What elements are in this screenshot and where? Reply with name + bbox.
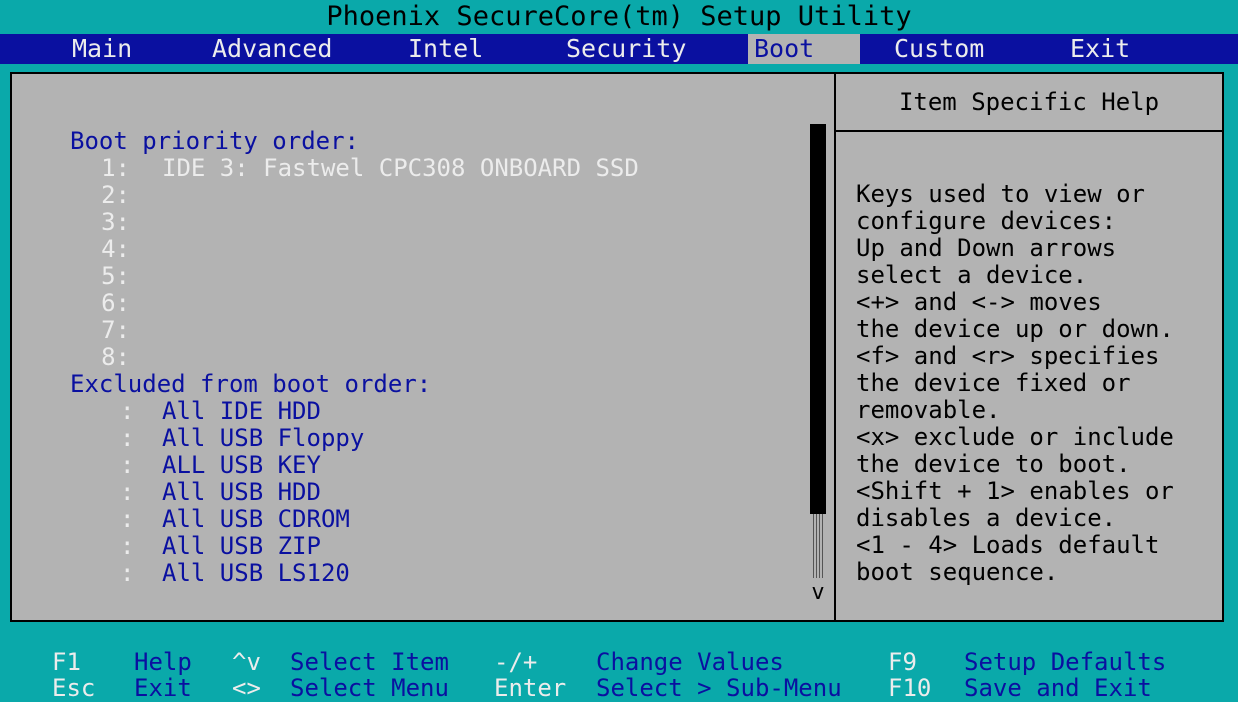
help-line: Up and Down arrows <box>856 234 1117 262</box>
boot-priority-number[interactable]: 8: <box>90 344 130 371</box>
excluded-device[interactable]: All USB Floppy <box>162 425 364 452</box>
help-line: removable. <box>856 396 1001 424</box>
scroll-down-arrow-icon[interactable]: v <box>810 582 826 604</box>
help-separator <box>836 130 1222 132</box>
key-f10[interactable]: F10 <box>888 674 931 702</box>
tab-main[interactable]: Main <box>66 34 138 64</box>
excluded-device[interactable]: All IDE HDD <box>162 398 321 425</box>
excluded-separator: : <box>120 505 135 533</box>
boot-priority-number[interactable]: 2: <box>90 182 130 209</box>
key-minus-plus-desc: Change Values <box>596 648 784 676</box>
tab-exit[interactable]: Exit <box>1064 34 1136 64</box>
window-title: Phoenix SecureCore(tm) Setup Utility <box>0 0 1238 34</box>
key-f1-desc: Help <box>134 648 192 676</box>
help-line: the device fixed or <box>856 369 1131 397</box>
main-area: Boot priority order: 1: IDE 3: Fastwel C… <box>0 64 1238 636</box>
excluded-separator: : <box>120 451 135 479</box>
key-updown[interactable]: ^v <box>232 648 261 676</box>
scrollbar[interactable]: v <box>810 124 826 624</box>
excluded-device[interactable]: ALL USB KEY <box>162 452 321 479</box>
excluded-separator: : <box>120 532 135 560</box>
excluded-device[interactable]: All USB CDROM <box>162 506 350 533</box>
excluded-separator: : <box>120 397 135 425</box>
key-esc[interactable]: Esc <box>52 674 95 702</box>
excluded-device[interactable]: All USB HDD <box>162 479 321 506</box>
key-f10-desc: Save and Exit <box>964 674 1152 702</box>
help-line: configure devices: <box>856 207 1117 235</box>
help-title: Item Specific Help <box>898 88 1160 116</box>
excluded-device[interactable]: All USB ZIP <box>162 533 321 560</box>
key-f9[interactable]: F9 <box>888 648 917 676</box>
scroll-thumb[interactable] <box>810 124 826 514</box>
tab-advanced[interactable]: Advanced <box>206 34 338 64</box>
key-f1[interactable]: F1 <box>52 648 81 676</box>
help-line: the device to boot. <box>856 450 1131 478</box>
help-line: select a device. <box>856 261 1088 289</box>
menu-bar: Main Advanced Intel Security Boot Custom… <box>0 34 1238 64</box>
boot-priority-number[interactable]: 3: <box>90 209 130 236</box>
tab-boot[interactable]: Boot <box>748 34 860 64</box>
key-updown-desc: Select Item <box>290 648 449 676</box>
key-leftright[interactable]: <> <box>232 674 261 702</box>
boot-priority-heading: Boot priority order: <box>70 127 359 155</box>
key-enter-desc: Select > Sub-Menu <box>596 674 842 702</box>
help-line: disables a device. <box>856 504 1117 532</box>
boot-priority-device[interactable]: IDE 3: Fastwel CPC308 ONBOARD SSD <box>162 155 639 182</box>
help-line: <Shift + 1> enables or <box>856 477 1174 505</box>
boot-priority-number[interactable]: 5: <box>90 263 130 290</box>
help-line: <+> and <-> moves <box>856 288 1102 316</box>
help-line: <f> and <r> specifies <box>856 342 1160 370</box>
scroll-track[interactable] <box>813 514 823 578</box>
excluded-separator: : <box>120 478 135 506</box>
tab-custom[interactable]: Custom <box>888 34 990 64</box>
excluded-device[interactable]: All USB LS120 <box>162 560 350 587</box>
help-line: boot sequence. <box>856 558 1059 586</box>
tab-intel[interactable]: Intel <box>402 34 489 64</box>
excluded-heading: Excluded from boot order: <box>70 370 432 398</box>
help-line: the device up or down. <box>856 315 1174 343</box>
boot-content: Boot priority order: 1: IDE 3: Fastwel C… <box>12 74 834 620</box>
boot-priority-number[interactable]: 4: <box>90 236 130 263</box>
help-line: <x> exclude or include <box>856 423 1174 451</box>
boot-priority-number: 1: <box>101 154 130 182</box>
help-panel: Item Specific Help Keys used to view or … <box>836 74 1222 620</box>
excluded-separator: : <box>120 559 135 587</box>
key-esc-desc: Exit <box>134 674 192 702</box>
tab-security[interactable]: Security <box>560 34 692 64</box>
key-enter[interactable]: Enter <box>494 674 566 702</box>
help-line: <1 - 4> Loads default <box>856 531 1160 559</box>
footer-keys: F1 Help ^v Select Item -/+ Change Values… <box>0 644 1238 702</box>
boot-priority-number[interactable]: 7: <box>90 317 130 344</box>
excluded-separator: : <box>120 424 135 452</box>
key-minus-plus[interactable]: -/+ <box>494 648 537 676</box>
key-f9-desc: Setup Defaults <box>964 648 1167 676</box>
key-leftright-desc: Select Menu <box>290 674 449 702</box>
boot-priority-number[interactable]: 6: <box>90 290 130 317</box>
setup-frame: Boot priority order: 1: IDE 3: Fastwel C… <box>10 72 1224 622</box>
help-line: Keys used to view or <box>856 180 1145 208</box>
